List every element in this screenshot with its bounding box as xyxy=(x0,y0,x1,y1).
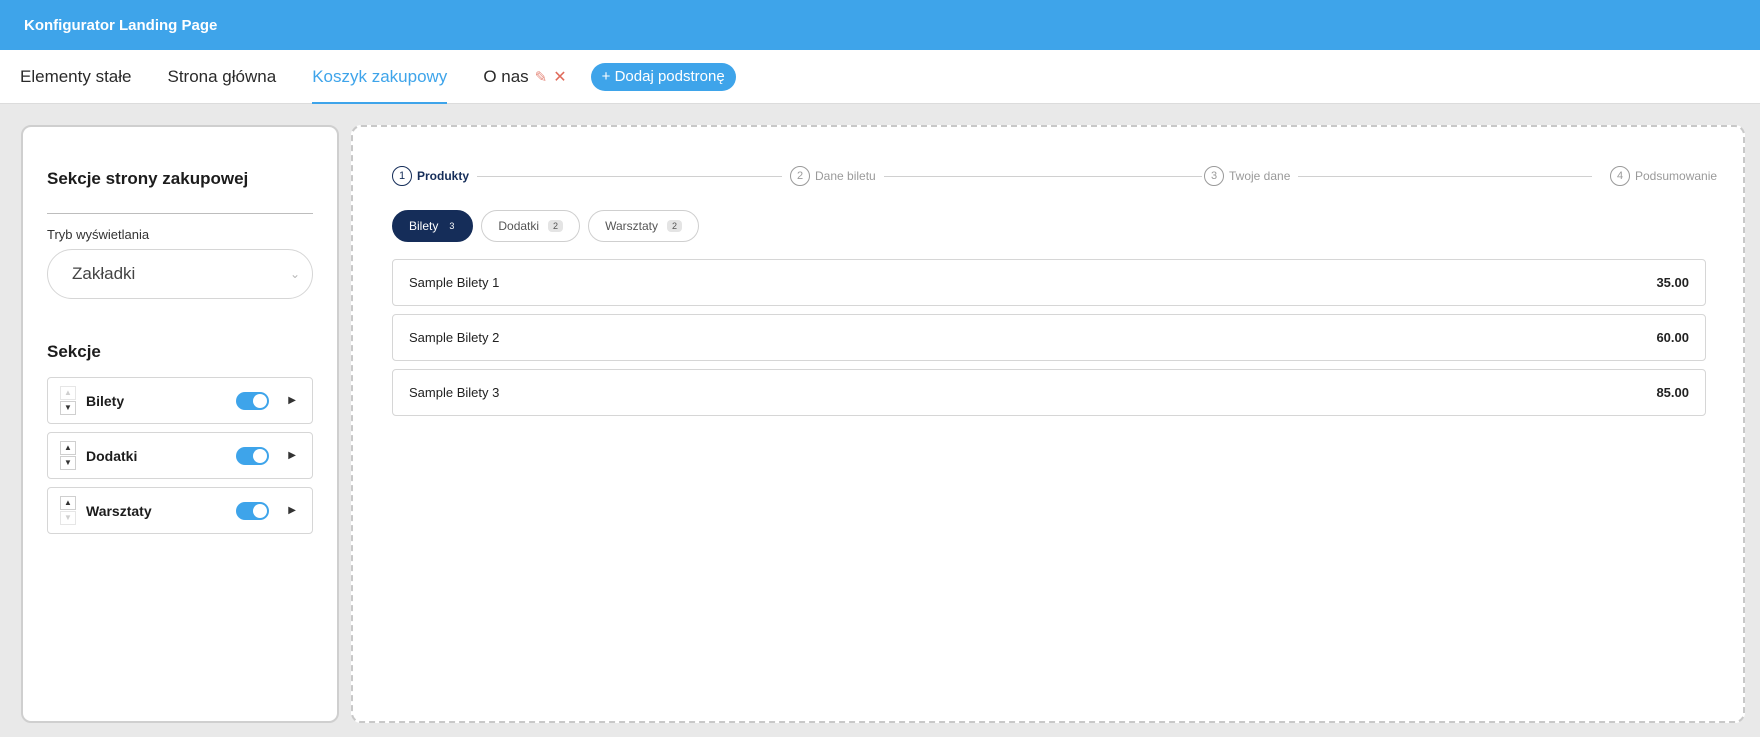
step-produkty: 1 Produkty xyxy=(392,166,478,186)
category-tabs: Bilety 3 Dodatki 2 Warsztaty 2 xyxy=(392,210,707,242)
caret-right-icon[interactable]: ▶ xyxy=(288,450,296,461)
tab-label: Koszyk zakupowy xyxy=(312,66,448,86)
move-up-icon[interactable]: ▲ xyxy=(60,386,76,400)
checkout-stepper: 1 Produkty 2 Dane biletu 3 Twoje dane 4 … xyxy=(392,166,1726,186)
section-item-dodatki[interactable]: ▲ ▼ Dodatki ▶ xyxy=(47,432,313,479)
step-number: 2 xyxy=(790,166,810,186)
close-icon[interactable]: ✕ xyxy=(553,67,566,87)
app-header: Konfigurator Landing Page xyxy=(0,0,1760,50)
panel-title: Sekcje strony zakupowej xyxy=(47,169,249,188)
step-connector xyxy=(1272,176,1592,177)
count-badge: 3 xyxy=(449,221,455,231)
section-label: Dodatki xyxy=(86,447,138,464)
tab-label: Elementy stałe xyxy=(20,66,132,86)
step-label: Podsumowanie xyxy=(1635,169,1718,183)
move-up-icon[interactable]: ▲ xyxy=(60,441,76,455)
divider xyxy=(47,213,313,214)
tab-label: Strona główna xyxy=(167,66,277,86)
section-toggle[interactable] xyxy=(236,446,270,465)
step-label: Dane biletu xyxy=(815,169,876,183)
page-tabs: Elementy stałe Strona główna Koszyk zaku… xyxy=(0,50,1760,104)
section-item-warsztaty[interactable]: ▲ ▼ Warsztaty ▶ xyxy=(47,487,313,534)
reorder-controls: ▲ ▼ xyxy=(60,441,76,470)
category-label: Bilety xyxy=(409,219,439,233)
product-row[interactable]: Sample Bilety 2 60.00 xyxy=(392,314,1706,361)
product-name: Sample Bilety 3 xyxy=(409,385,500,400)
step-label: Produkty xyxy=(417,169,470,183)
product-row[interactable]: Sample Bilety 3 85.00 xyxy=(392,369,1706,416)
section-list: ▲ ▼ Bilety ▶ ▲ ▼ Dodatki ▶ ▲ ▼ Warsztaty… xyxy=(47,377,313,534)
category-label: Warsztaty xyxy=(605,219,658,233)
section-label: Bilety xyxy=(86,392,125,409)
count-badge: 2 xyxy=(548,220,564,232)
move-down-icon[interactable]: ▼ xyxy=(60,511,76,525)
step-connector xyxy=(472,176,782,177)
count-badge: 2 xyxy=(666,220,682,232)
step-dane-biletu: 2 Dane biletu xyxy=(790,166,884,186)
sections-panel: Sekcje strony zakupowej Tryb wyświetlani… xyxy=(21,125,339,723)
section-label: Warsztaty xyxy=(86,502,152,519)
move-down-icon[interactable]: ▼ xyxy=(60,401,76,415)
tab-label: O nas xyxy=(483,66,529,86)
product-row[interactable]: Sample Bilety 1 35.00 xyxy=(392,259,1706,306)
reorder-controls: ▲ ▼ xyxy=(60,386,76,415)
step-number: 3 xyxy=(1204,166,1224,186)
move-up-icon[interactable]: ▲ xyxy=(60,496,76,510)
category-tab-bilety[interactable]: Bilety 3 xyxy=(392,210,474,242)
tab-elementy-stale[interactable]: Elementy stałe xyxy=(20,50,132,104)
product-list: Sample Bilety 1 35.00 Sample Bilety 2 60… xyxy=(392,259,1706,424)
display-mode-label: Tryb wyświetlania xyxy=(47,227,150,242)
category-label: Dodatki xyxy=(498,219,540,233)
sections-title: Sekcje xyxy=(47,342,101,361)
category-tab-warsztaty[interactable]: Warsztaty 2 xyxy=(588,210,699,242)
product-price: 35.00 xyxy=(1656,275,1689,290)
app-title: Konfigurator Landing Page xyxy=(24,16,218,34)
move-down-icon[interactable]: ▼ xyxy=(60,456,76,470)
product-price: 60.00 xyxy=(1656,330,1689,345)
caret-right-icon[interactable]: ▶ xyxy=(288,505,296,516)
section-toggle[interactable] xyxy=(236,391,270,410)
preview-canvas: 1 Produkty 2 Dane biletu 3 Twoje dane 4 … xyxy=(351,125,1745,723)
edit-icon[interactable]: ✎ xyxy=(535,68,548,86)
step-twoje-dane: 3 Twoje dane xyxy=(1204,166,1299,186)
product-name: Sample Bilety 2 xyxy=(409,330,500,345)
tab-koszyk-zakupowy[interactable]: Koszyk zakupowy xyxy=(312,50,448,104)
tab-strona-glowna[interactable]: Strona główna xyxy=(168,50,277,104)
caret-right-icon[interactable]: ▶ xyxy=(288,395,296,406)
step-connector xyxy=(872,176,1202,177)
product-name: Sample Bilety 1 xyxy=(409,275,500,290)
add-page-button[interactable]: + Dodaj podstronę xyxy=(590,62,736,91)
step-number: 4 xyxy=(1610,166,1630,186)
section-toggle[interactable] xyxy=(236,501,270,520)
category-tab-dodatki[interactable]: Dodatki 2 xyxy=(481,210,581,242)
tab-o-nas[interactable]: O nas ✎ ✕ xyxy=(483,50,566,104)
chevron-down-icon: ⌄ xyxy=(289,267,300,281)
step-number: 1 xyxy=(392,166,412,186)
display-mode-select[interactable]: Zakładki ⌄ xyxy=(47,249,313,299)
section-item-bilety[interactable]: ▲ ▼ Bilety ▶ xyxy=(47,377,313,424)
display-mode-value: Zakładki xyxy=(72,264,136,283)
step-podsumowanie: 4 Podsumowanie xyxy=(1610,166,1726,186)
reorder-controls: ▲ ▼ xyxy=(60,496,76,525)
product-price: 85.00 xyxy=(1656,385,1689,400)
step-label: Twoje dane xyxy=(1229,169,1291,183)
